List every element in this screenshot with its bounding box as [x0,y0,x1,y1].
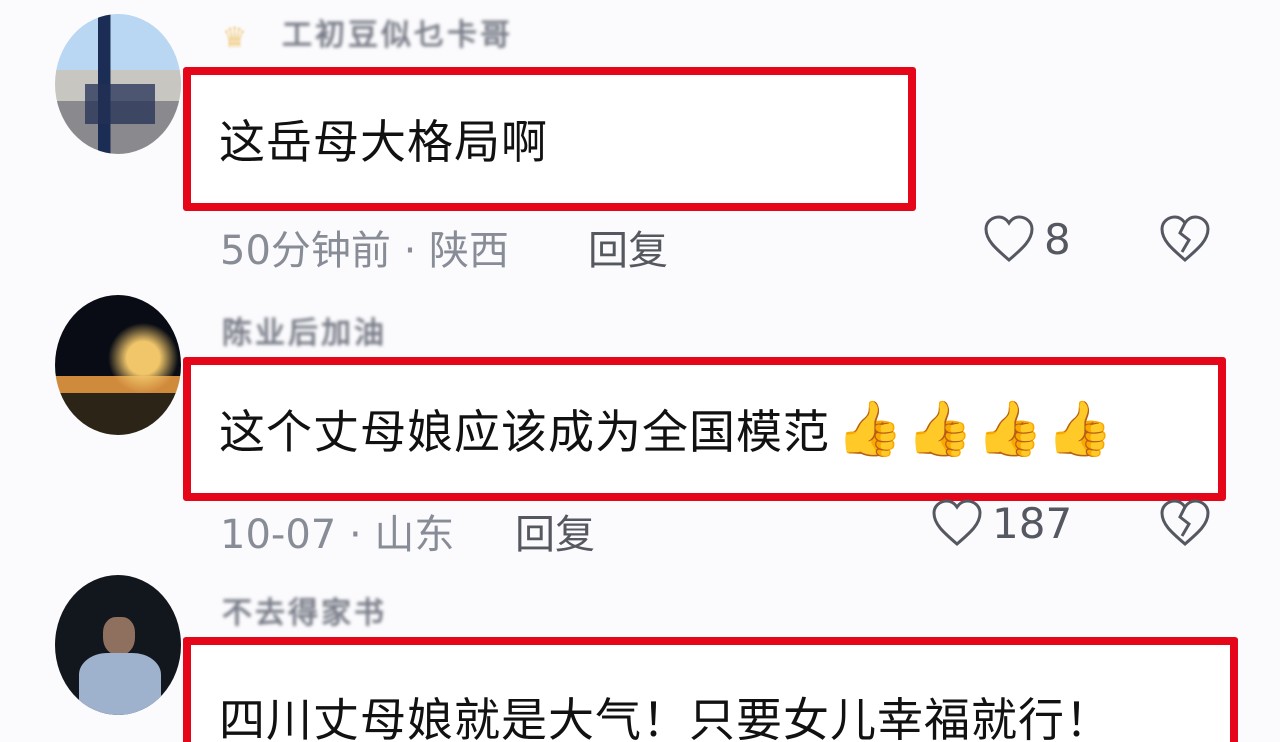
comment-highlight-box: 这个丈母娘应该成为全国模范 👍 👍 👍 👍 [183,357,1226,501]
username[interactable]: 工初豆似乜卡哥 [282,16,513,56]
comment-screen: ♛ 工初豆似乜卡哥 这岳母大格局啊 50分钟前 · 陕西 回复 8 陈业后加油 … [0,0,1280,742]
comment-time-location: 10-07 · 山东 [220,512,455,558]
like-button[interactable]: 8 [982,214,1071,264]
heart-icon [930,498,984,548]
thumbs-up-emoji-icon: 👍 [976,397,1045,460]
user-avatar[interactable] [55,575,181,715]
crown-badge-icon: ♛ [222,21,248,54]
broken-heart-icon [1157,497,1213,549]
comment-text: 这个丈母娘应该成为全国模范 👍 👍 👍 👍 [219,396,1115,462]
comment-text-content: 这个丈母娘应该成为全国模范 [219,405,830,459]
username[interactable]: 陈业后加油 [222,314,387,354]
comment-text: 这岳母大格局啊 [219,115,548,169]
thumbs-up-emoji-icon: 👍 [906,397,975,460]
like-button[interactable]: 187 [930,498,1072,548]
user-avatar[interactable] [55,14,181,154]
comment-highlight-box: 四川丈母娘就是大气！只要女儿幸福就行！ [183,637,1238,742]
reply-button[interactable]: 回复 [515,502,595,560]
comment-time-location: 50分钟前 · 陕西 [220,228,510,274]
comment-text: 四川丈母娘就是大气！只要女儿幸福就行！ [219,693,1112,742]
like-count: 8 [1044,214,1071,264]
comment-highlight-box: 这岳母大格局啊 [183,67,916,211]
username[interactable]: 不去得家书 [222,594,387,634]
dislike-button[interactable] [1157,497,1213,549]
broken-heart-icon [1157,213,1213,265]
like-count: 187 [992,498,1073,548]
reply-button[interactable]: 回复 [588,218,668,276]
thumbs-up-emoji-icon: 👍 [1046,397,1115,460]
heart-icon [982,214,1036,264]
user-avatar[interactable] [55,295,181,435]
thumbs-up-emoji-icon: 👍 [836,397,905,460]
dislike-button[interactable] [1157,213,1213,265]
